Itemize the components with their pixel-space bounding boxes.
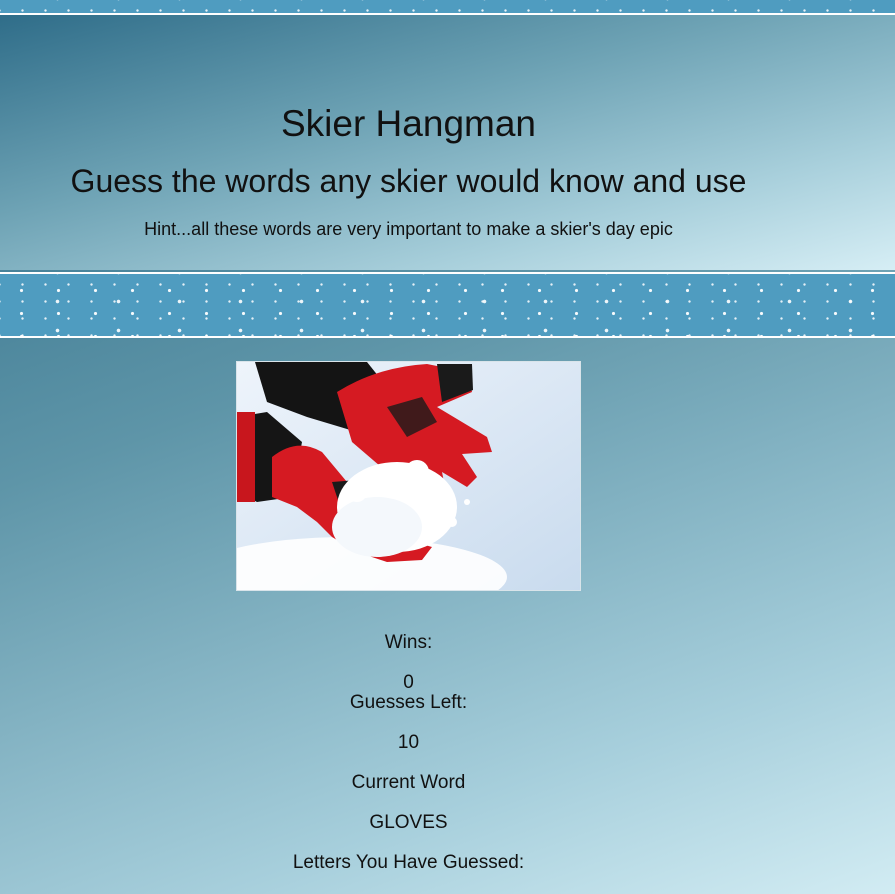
letters-guessed-label: Letters You Have Guessed:: [292, 852, 525, 873]
word-clue-image: [236, 361, 581, 591]
guesses-left-value: 10: [397, 732, 420, 753]
wins-label: Wins:: [384, 632, 433, 653]
wins-value: 0: [403, 672, 414, 693]
page-title: Skier Hangman: [280, 103, 536, 144]
current-word-label: Current Word: [351, 772, 466, 793]
snow-banner-top: [0, 0, 895, 15]
guesses-left-label: Guesses Left:: [349, 692, 468, 713]
page-subtitle: Guess the words any skier would know and…: [70, 163, 747, 199]
page-header: Skier Hangman Guess the words any skier …: [0, 15, 895, 270]
hint-text: Hint...all these words are very importan…: [144, 219, 673, 239]
current-word-value: GLOVES: [369, 812, 448, 833]
snow-banner-divider: [0, 272, 895, 338]
